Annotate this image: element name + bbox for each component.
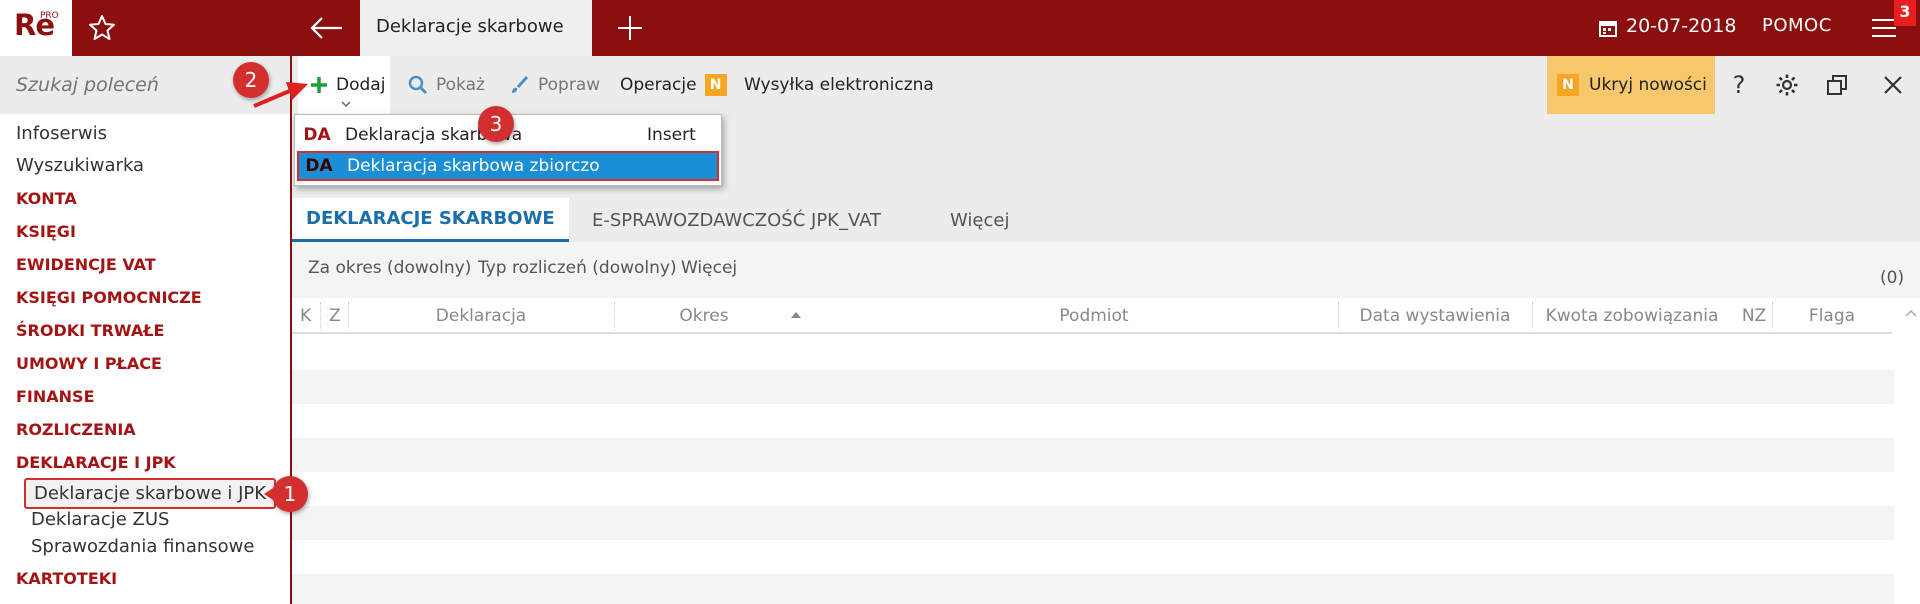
sidebar-item-kartoteki[interactable]: KARTOTEKI [16,569,117,588]
gear-icon[interactable] [1763,56,1811,114]
callout-step-3: 3 [478,106,514,142]
sidebar-item-rozliczenia[interactable]: ROZLICZENIA [16,420,136,439]
tab-deklaracje-skarbowe[interactable]: Deklaracje skarbowe [360,0,592,56]
operations-label: Operacje [620,75,697,95]
sidebar-item-infoserwis[interactable]: Infoserwis [16,123,107,144]
column-header-data-wystawienia[interactable]: Data wystawienia [1338,306,1532,326]
new-feature-badge: N [704,74,727,96]
notification-badge[interactable]: 3 [1894,0,1916,26]
grid-header: K Z Deklaracja Okres Podmiot Data wystaw… [292,298,1917,334]
column-header-k[interactable]: K [300,306,311,326]
scroll-up-icon[interactable] [1904,308,1918,318]
sidebar: Infoserwis Wyszukiwarka KONTA KSIĘGI EWI… [0,56,292,604]
new-tab-plus-icon[interactable] [614,12,646,44]
menu-item-label: Deklaracja skarbowa zbiorczo [347,156,600,176]
period-filter[interactable]: Za okres (dowolny) [308,258,471,278]
column-header-podmiot[interactable]: Podmiot [822,306,1366,326]
help-link[interactable]: POMOC [1762,15,1832,36]
tab-deklaracje-skarbowe-content[interactable]: DEKLARACJE SKARBOWE [292,198,569,242]
sidebar-item-sprawozdania-finansowe[interactable]: Sprawozdania finansowe [31,536,254,557]
hide-news-label: Ukryj nowości [1589,75,1707,95]
filter-bar: Za okres (dowolny) Typ rozliczeń (dowoln… [292,242,1920,298]
content-tabs: DEKLARACJE SKARBOWE E-SPRAWOZDAWCZOŚĆ JP… [292,198,1920,242]
column-header-okres[interactable]: Okres [614,306,794,326]
command-search-input[interactable] [16,70,236,100]
sidebar-item-ewidencje-vat[interactable]: EWIDENCJE VAT [16,255,156,274]
electronic-sending-label: Wysyłka elektroniczna [744,75,934,95]
menu-item-code: DA [305,156,333,176]
sidebar-item-ksiegi-pomocnicze[interactable]: KSIĘGI POMOCNICZE [16,288,202,307]
column-header-z[interactable]: Z [329,306,341,326]
app-logo[interactable]: Re PRO [0,0,72,56]
callout-pointer [264,486,276,502]
menu-item-code: DA [303,125,331,145]
sidebar-item-deklaracje-zus[interactable]: Deklaracje ZUS [31,509,169,530]
search-icon [408,75,428,95]
add-label: Dodaj [336,75,386,95]
sidebar-item-deklaracje-i-jpk[interactable]: DEKLARACJE I JPK [16,453,176,472]
close-icon[interactable] [1869,56,1917,114]
current-date[interactable]: 20-07-2018 [1626,15,1736,37]
back-arrow-icon[interactable] [306,12,346,44]
tab-wiecej[interactable]: Więcej [950,198,1009,242]
column-header-deklaracja[interactable]: Deklaracja [348,306,614,326]
logo-super: PRO [40,11,59,21]
record-count: (0) [1880,268,1905,288]
type-filter[interactable]: Typ rozliczeń (dowolny) [478,258,677,278]
column-header-kwota[interactable]: Kwota zobowiązania [1532,306,1732,326]
sidebar-item-finanse[interactable]: FINANSE [16,387,95,406]
brush-icon [512,75,529,93]
show-label: Pokaż [436,75,485,95]
column-header-nz[interactable]: NZ [1734,306,1774,326]
table-row [292,506,1894,540]
column-separator [320,302,321,330]
show-button[interactable]: Pokaż [408,56,485,114]
callout-step-1: 1 [272,476,308,512]
callout-arrow-icon [253,82,308,108]
edit-button[interactable]: Popraw [508,56,600,114]
sidebar-item-wyszukiwarka[interactable]: Wyszukiwarka [16,155,144,176]
declarations-grid: K Z Deklaracja Okres Podmiot Data wystaw… [292,298,1920,604]
column-header-flaga[interactable]: Flaga [1772,306,1892,326]
sidebar-item-deklaracje-skarbowe-jpk[interactable]: Deklaracje skarbowe i JPK [24,478,277,509]
table-row [292,438,1894,472]
star-icon[interactable] [86,12,118,44]
hide-news-button[interactable]: N Ukryj nowości [1547,56,1715,114]
news-badge: N [1557,74,1579,96]
sidebar-item-umowy-i-place[interactable]: UMOWY I PŁACE [16,354,162,373]
sidebar-item-ksiegi[interactable]: KSIĘGI [16,222,76,241]
tab-title: Deklaracje skarbowe [376,16,564,37]
sort-ascending-icon [791,312,801,318]
sidebar-item-konta[interactable]: KONTA [16,189,77,208]
help-question-icon[interactable]: ? [1715,56,1763,114]
table-row [292,574,1894,604]
chevron-down-icon [341,101,351,108]
menu-item-deklaracja-skarbowa-zbiorczo[interactable]: DA Deklaracja skarbowa zbiorczo [297,151,719,181]
top-bar: Re PRO Deklaracje skarbowe 20-07-2018 PO… [0,0,1920,56]
table-row [292,370,1894,404]
operations-button[interactable]: Operacje N [620,56,727,114]
menu-item-shortcut: Insert [647,125,696,145]
more-filters[interactable]: Więcej [681,258,737,278]
calendar-icon[interactable] [1598,18,1618,38]
sidebar-item-srodki-trwale[interactable]: ŚRODKI TRWAŁE [16,321,164,340]
tab-e-sprawozdawczosc[interactable]: E-SPRAWOZDAWCZOŚĆ JPK_VAT [592,198,881,242]
edit-label: Popraw [538,75,601,95]
restore-window-icon[interactable] [1813,56,1861,114]
electronic-sending-button[interactable]: Wysyłka elektroniczna [744,56,934,114]
plus-icon [311,77,327,93]
